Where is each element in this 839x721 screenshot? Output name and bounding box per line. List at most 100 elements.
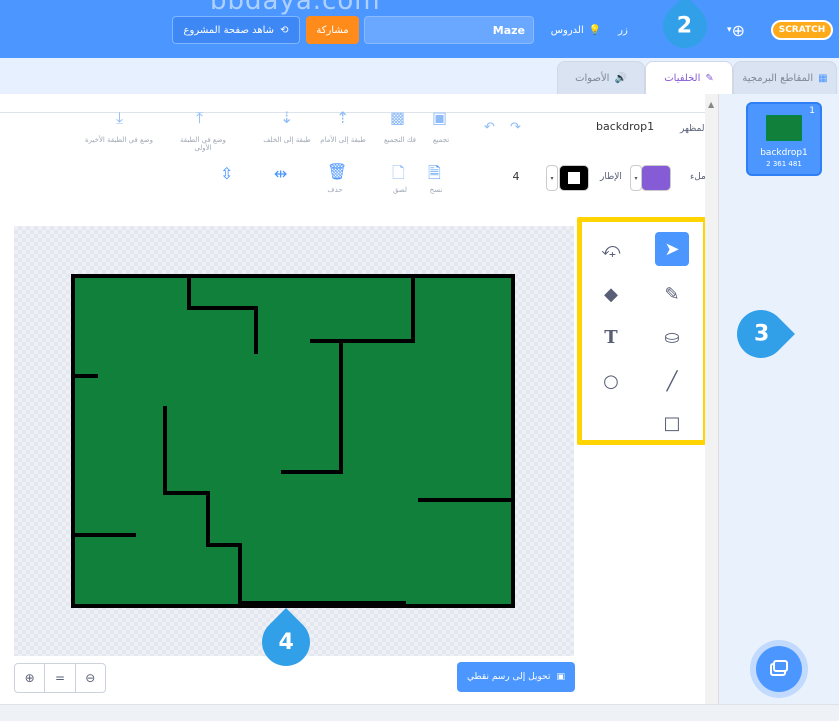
image-icon [770,660,788,676]
forward-icon[interactable]: ⇡ [336,108,349,127]
brush-tool[interactable]: ✎ [655,277,689,311]
redo-icon[interactable]: ↷ [510,120,521,135]
flip-horizontal-icon[interactable]: ⇹ [274,164,287,183]
tab-sounds[interactable]: الأصوات 🔊 [557,61,645,94]
lightbulb-icon: 💡 [588,24,602,36]
back-label: وضع في الطبقة الأخيرة [84,136,154,144]
paste-icon[interactable]: 🗋 [392,162,405,189]
ungroup-icon[interactable]: ▩ [390,108,405,127]
cursor-icon: ➤ [664,238,680,260]
text-icon: T [604,326,618,348]
outline-inner [568,172,580,184]
maze-backdrop [71,274,515,608]
arrow-icon: ⟲ [280,24,289,36]
scratch-logo[interactable]: SCRATCH [771,20,833,40]
backdrop-list-panel [705,94,839,721]
front-icon[interactable]: ⤒ [196,108,203,128]
fill-label: ملء [690,172,706,182]
backdrop-thumbnail [766,115,802,141]
outline-color-swatch[interactable] [559,165,589,191]
bottom-edge [0,704,839,721]
toolbar-divider [0,112,705,113]
convert-to-bitmap-button[interactable]: تحويل إلى رسم نقطي ▣ [457,662,575,692]
text-tool[interactable]: T [594,320,628,354]
copy-icon[interactable]: 🗎 [428,162,441,189]
zoom-in-button[interactable]: ⊕ [15,664,46,692]
bucket-icon: ⛀ [664,326,680,348]
brush-icon: ✎ [705,73,714,84]
outline-label: الإطار [600,172,622,182]
paint-tools-panel: ➤ ⤽ ✎ ◆ ⛀ T ╱ ○ □ [577,217,708,445]
reshape-tool[interactable]: ⤽ [594,232,628,266]
view-project-page-button[interactable]: شاهد صفحة المشروع ⟲ [172,16,300,44]
circle-icon: ○ [603,370,619,392]
undo-icon[interactable]: ↶ [484,120,495,135]
tutorials-label: الدروس [550,24,584,36]
group-label: تجميع [432,136,450,144]
choose-backdrop-button[interactable] [756,646,802,692]
maze-fill [71,274,515,608]
backdrop-item-size: 2 361 481 [766,160,802,168]
tab-backdrops-label: الخلفيات [664,73,701,84]
tab-backdrops[interactable]: الخلفيات ✎ [645,61,733,95]
zoom-controls: ⊕ = ⊖ [14,663,106,693]
circle-tool[interactable]: ○ [594,364,628,398]
forward-label: طبقة إلى الأمام [320,136,366,144]
tutorials-button[interactable]: الدروس 💡 [545,16,607,44]
tab-code[interactable]: المقاطع البرمجية ▦ [733,61,837,94]
outline-width-input[interactable]: 4 [505,170,527,188]
tab-sounds-label: الأصوات [575,72,610,84]
rectangle-icon: □ [663,412,681,434]
backdrop-index: 1 [809,106,815,116]
backdrop-name-value: backdrop1 [596,120,655,133]
flip-vertical-icon[interactable]: ⇳ [220,164,233,183]
scrollbar[interactable] [705,94,719,704]
zoom-out-button[interactable]: ⊖ [76,664,105,692]
scroll-up-icon[interactable]: ▲ [708,100,714,109]
fill-tool[interactable]: ⛀ [655,320,689,354]
backdrop-name-input[interactable]: backdrop1 [566,118,692,138]
line-icon: ╱ [666,370,678,392]
delete-icon[interactable]: 🗑 [327,162,347,181]
brush-icon: ✎ [664,283,680,305]
editor-tabs: المقاطع البرمجية ▦ الخلفيات ✎ الأصوات 🔊 [0,58,839,95]
backward-label: طبقة إلى الخلف [263,136,311,144]
zoom-in-icon: ⊕ [24,671,35,685]
language-button[interactable]: ▾ ⊕ [716,16,756,44]
line-tool[interactable]: ╱ [655,364,689,398]
zoom-reset-button[interactable]: = [45,664,76,692]
front-label: وضع في الطبقة الأولى [180,136,226,152]
menu-bar: bbdaya.com شاهد صفحة المشروع ⟲ مشاركة Ma… [0,0,839,58]
eraser-icon: ◆ [604,283,618,305]
backdrop-item[interactable]: 1 backdrop1 2 361 481 [746,102,822,176]
watermark: bbdaya.com [210,0,381,16]
zoom-out-icon: ⊖ [85,671,96,685]
callout-number: 2 [677,13,693,39]
backdrop-item-name: backdrop1 [760,148,808,158]
eraser-tool[interactable]: ◆ [594,277,628,311]
share-button[interactable]: مشاركة [306,16,359,44]
file-menu-button[interactable]: زر [612,16,634,44]
fill-color-swatch[interactable] [641,165,671,191]
project-title-input[interactable]: Maze [364,16,534,44]
outline-dropdown[interactable]: ▾ [546,165,558,191]
rectangle-tool[interactable]: □ [655,406,689,440]
reshape-icon: ⤽ [601,238,621,260]
back-icon[interactable]: ⤓ [116,108,123,128]
ungroup-label: فك التجميع [383,136,417,144]
select-tool[interactable]: ➤ [655,232,689,266]
callout-number: 3 [753,321,769,347]
speaker-icon: 🔊 [614,72,627,84]
backward-icon[interactable]: ⇣ [280,108,293,127]
code-icon: ▦ [818,72,828,84]
convert-label: تحويل إلى رسم نقطي [467,672,551,682]
equals-icon: = [54,671,66,685]
copy-label: نسخ [429,186,443,194]
fill-dropdown[interactable]: ▾ [630,165,642,191]
globe-icon: ⊕ [731,20,745,40]
paste-label: لصق [392,186,408,194]
callout-number: 4 [278,629,294,655]
group-icon[interactable]: ▣ [432,108,447,127]
image-icon: ▣ [556,672,565,682]
delete-label: حذف [327,186,343,194]
